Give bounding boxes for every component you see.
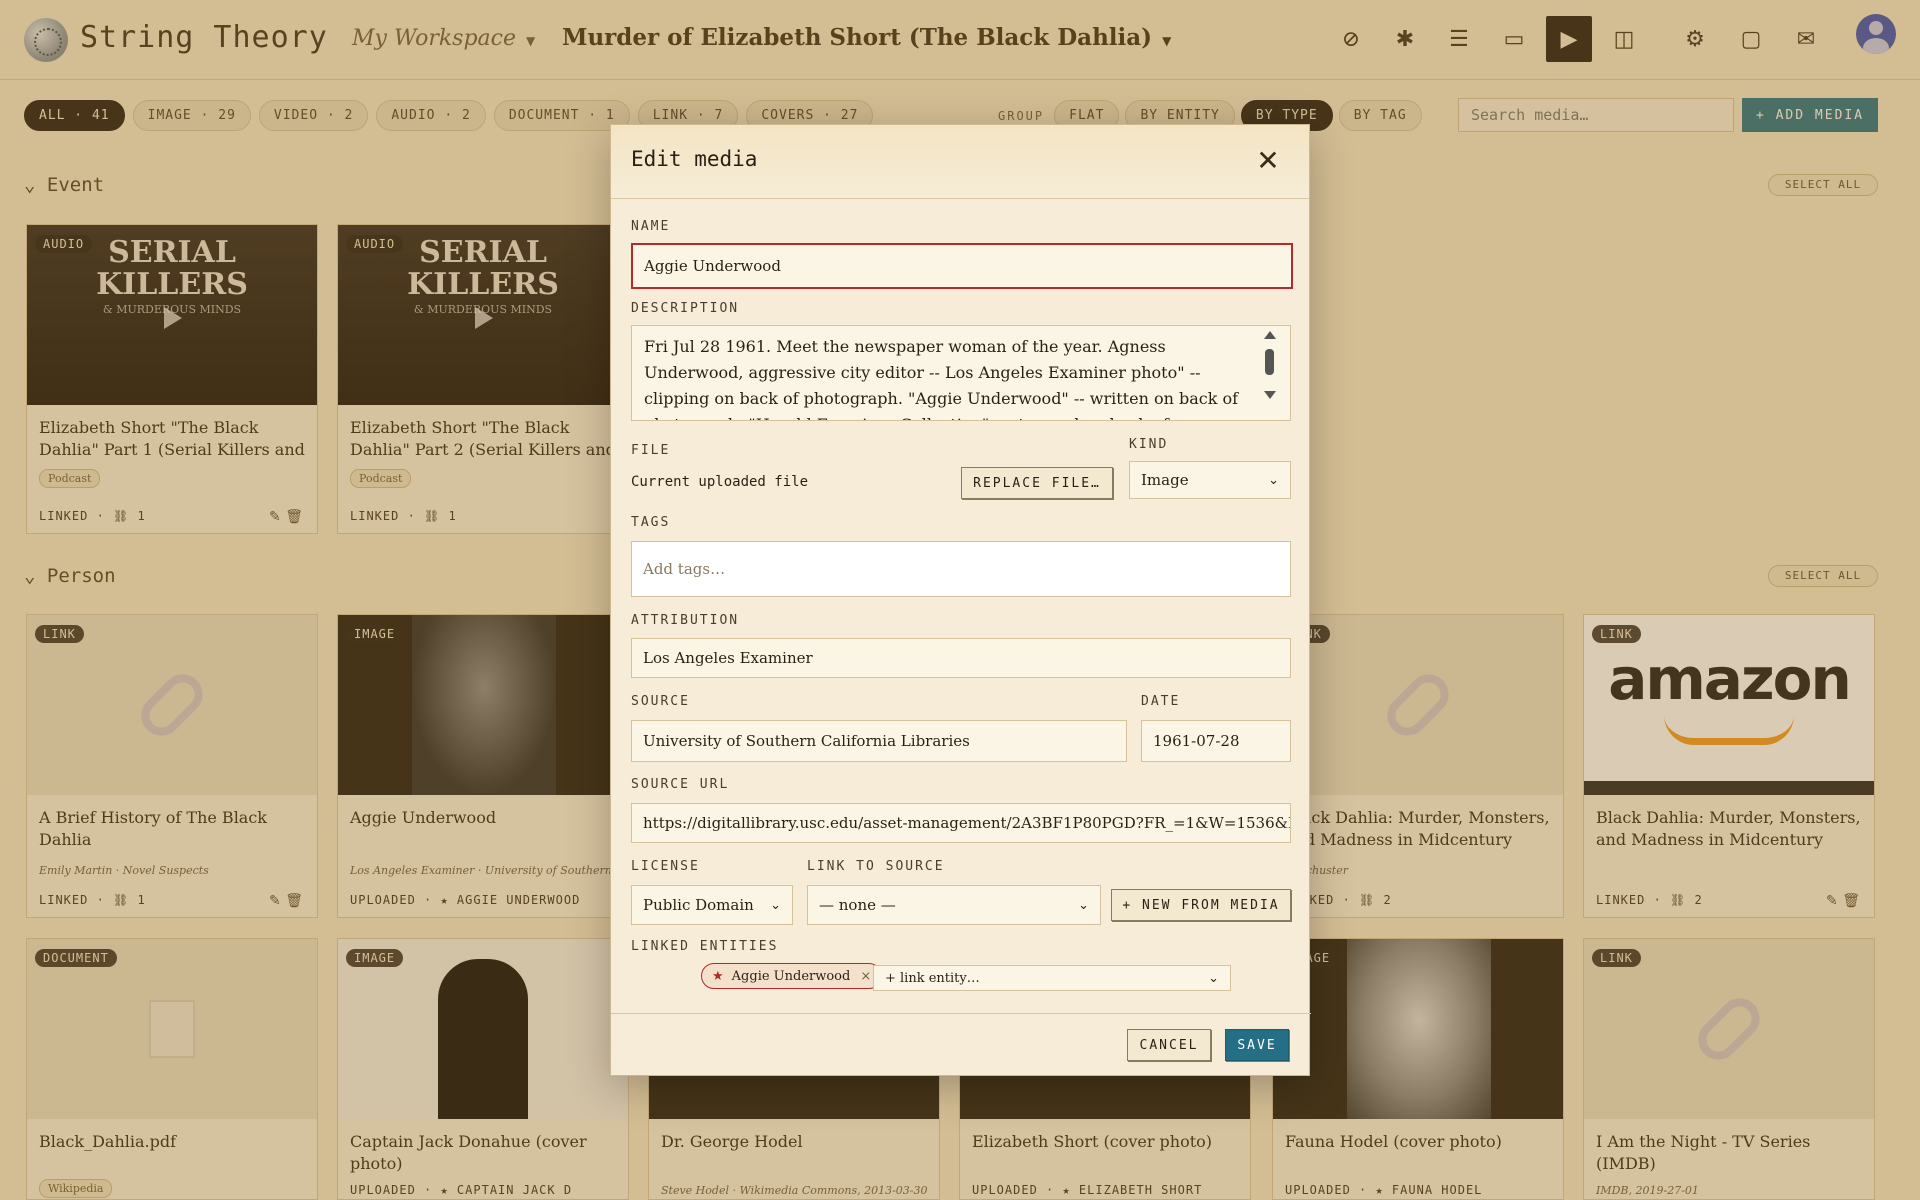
- close-icon[interactable]: ✕: [1253, 147, 1283, 177]
- chevron-down-icon: ⌄: [1078, 897, 1089, 913]
- kind-label: KIND: [1129, 437, 1169, 452]
- name-label: NAME: [631, 219, 671, 234]
- chevron-down-icon: ⌄: [770, 897, 781, 913]
- replace-file-button[interactable]: REPLACE FILE…: [961, 467, 1113, 499]
- edit-media-modal: Edit media ✕ NAME Aggie Underwood DESCRI…: [610, 124, 1311, 1076]
- source-field[interactable]: University of Southern California Librar…: [631, 720, 1127, 762]
- link-entity-select[interactable]: + link entity… ⌄: [873, 965, 1231, 991]
- source-url-label: SOURCE URL: [631, 777, 730, 792]
- link-to-source-label: LINK TO SOURCE: [807, 859, 945, 874]
- chevron-down-icon: ⌄: [1208, 970, 1219, 986]
- attribution-label: ATTRIBUTION: [631, 613, 740, 628]
- attribution-field[interactable]: Los Angeles Examiner: [631, 638, 1291, 678]
- save-button[interactable]: SAVE: [1225, 1029, 1289, 1061]
- modal-header: Edit media ✕: [611, 125, 1309, 199]
- cancel-button[interactable]: CANCEL: [1127, 1029, 1211, 1061]
- license-select[interactable]: Public Domain ⌄: [631, 885, 793, 925]
- star-icon: ★: [712, 968, 724, 984]
- entity-chip[interactable]: ★ Aggie Underwood ×: [701, 963, 883, 989]
- description-field[interactable]: Fri Jul 28 1961. Meet the newspaper woma…: [631, 325, 1291, 421]
- name-field[interactable]: Aggie Underwood: [631, 243, 1293, 289]
- date-label: DATE: [1141, 694, 1181, 709]
- linked-entities-label: LINKED ENTITIES: [631, 939, 779, 954]
- current-file-text: Current uploaded file: [631, 474, 809, 490]
- source-url-field[interactable]: https://digitallibrary.usc.edu/asset-man…: [631, 803, 1291, 843]
- date-field[interactable]: 1961-07-28: [1141, 720, 1291, 762]
- modal-footer-divider: [611, 1013, 1311, 1014]
- file-label: FILE: [631, 443, 671, 458]
- tags-label: TAGS: [631, 515, 671, 530]
- tags-input[interactable]: Add tags…: [631, 541, 1291, 597]
- license-label: LICENSE: [631, 859, 700, 874]
- kind-select[interactable]: Image ⌄: [1129, 461, 1291, 499]
- new-from-media-button[interactable]: + NEW FROM MEDIA: [1111, 889, 1291, 921]
- link-to-source-select[interactable]: — none — ⌄: [807, 885, 1101, 925]
- remove-icon[interactable]: ×: [860, 969, 871, 984]
- description-label: DESCRIPTION: [631, 301, 740, 316]
- source-label: SOURCE: [631, 694, 690, 709]
- modal-title: Edit media: [631, 147, 758, 171]
- chevron-down-icon: ⌄: [1268, 472, 1279, 488]
- description-scrollbar[interactable]: [1262, 329, 1276, 415]
